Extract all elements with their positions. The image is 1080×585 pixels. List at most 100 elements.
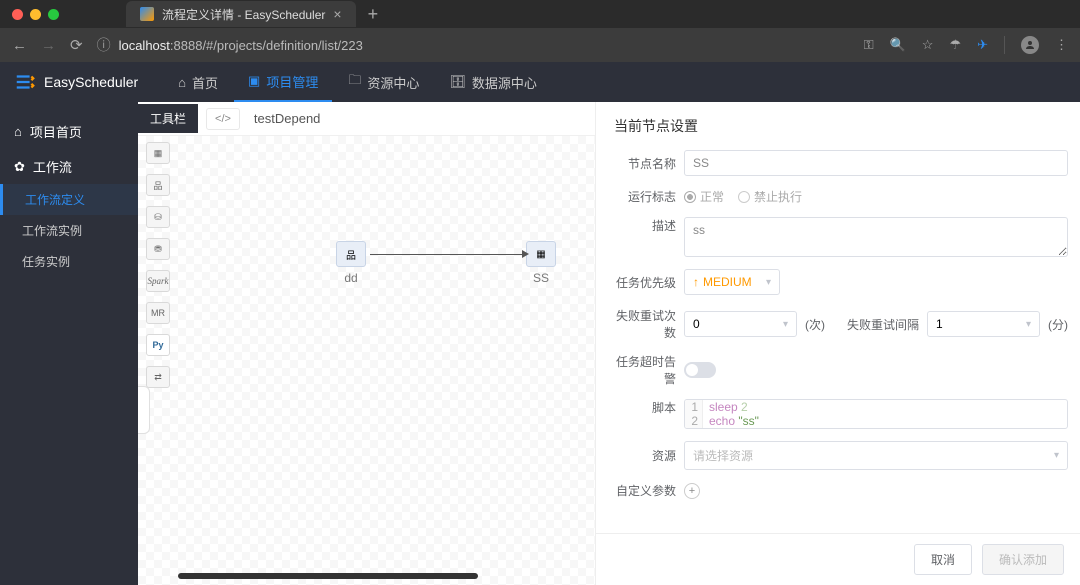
sidebar-project-home[interactable]: ⌂项目首页	[0, 114, 138, 149]
sidebar-workflow-inst[interactable]: 工作流实例	[0, 215, 138, 246]
browser-toolbar: ← → ⟳ ⓘ localhost:8888/#/projects/defini…	[0, 28, 1080, 62]
send-icon[interactable]: ✈	[977, 37, 988, 53]
canvas-body[interactable]: ▦ 品 ⛁ ⛃ Spark MR Py ⇄ 品 dd ▦ SS	[138, 136, 595, 585]
gear-icon: ✿	[14, 159, 25, 175]
chevron-down-icon: ▾	[1026, 319, 1031, 330]
label-timeout: 任务超时告警	[608, 353, 676, 387]
sidebar-workflow[interactable]: ✿工作流	[0, 149, 138, 184]
projects-icon: ▣	[248, 73, 260, 89]
radio-checked-icon	[684, 191, 696, 203]
toolbar-label: 工具栏	[138, 104, 198, 133]
node-dd[interactable]: 品 dd	[336, 241, 366, 285]
label-retry-count: 失败重试次数	[608, 307, 676, 341]
star-icon[interactable]: ☆	[922, 37, 934, 53]
tool-spark-icon[interactable]: Spark	[146, 270, 170, 292]
node-ss[interactable]: ▦ SS	[526, 241, 556, 285]
script-editor[interactable]: 1sleep 2 2echo "ss"	[684, 399, 1068, 429]
sidebar-workflow-def[interactable]: 工作流定义	[0, 184, 138, 215]
address-bar[interactable]: ⓘ localhost:8888/#/projects/definition/l…	[97, 35, 850, 55]
label-resource: 资源	[608, 447, 676, 464]
new-tab-button[interactable]: +	[368, 4, 379, 25]
confirm-button[interactable]: 确认添加	[982, 544, 1064, 575]
arrow-head-icon	[522, 250, 529, 258]
brand-name: EasyScheduler	[44, 74, 138, 90]
nav-home[interactable]: ⌂首页	[164, 62, 232, 102]
chevron-down-icon: ▾	[783, 319, 788, 330]
site-info-icon[interactable]: ⓘ	[97, 35, 111, 55]
sidebar: ⌂项目首页 ✿工作流 工作流定义 工作流实例 任务实例	[0, 102, 138, 585]
home-icon: ⌂	[178, 75, 186, 90]
more-icon[interactable]: ⋮	[1055, 37, 1068, 53]
tool-shell-icon[interactable]: ▦	[146, 142, 170, 164]
node-settings-panel: 当前节点设置 节点名称 运行标志 正常 禁止执行 描述 ss 任务优先级	[595, 102, 1080, 585]
search-icon[interactable]: 🔍	[890, 37, 906, 53]
tool-subprocess-icon[interactable]: 品	[146, 174, 170, 196]
tool-sql-icon[interactable]: ⛃	[146, 238, 170, 260]
node-name-input[interactable]	[684, 150, 1068, 176]
key-icon[interactable]: ⚿	[864, 37, 874, 53]
tool-palette: ▦ 品 ⛁ ⛃ Spark MR Py ⇄	[146, 142, 170, 388]
label-run-flag: 运行标志	[608, 188, 676, 205]
sidebar-task-inst[interactable]: 任务实例	[0, 246, 138, 277]
main-layout: ⌂项目首页 ✿工作流 工作流定义 工作流实例 任务实例 工具栏 </> test…	[0, 102, 1080, 585]
radio-unchecked-icon	[738, 191, 750, 203]
canvas-header: 工具栏 </> testDepend	[138, 102, 595, 136]
chevron-down-icon: ▾	[1054, 450, 1059, 461]
tool-procedure-icon[interactable]: ⛁	[146, 206, 170, 228]
tab-close-icon[interactable]: ×	[333, 6, 341, 22]
tool-mr-icon[interactable]: MR	[146, 302, 170, 324]
label-script: 脚本	[608, 399, 676, 416]
browser-tab[interactable]: 流程定义详情 - EasyScheduler ×	[126, 1, 356, 27]
browser-right-icons: ⚿ 🔍 ☆ ☂ ✈ ⋮	[864, 36, 1068, 54]
workflow-title: testDepend	[254, 111, 321, 126]
nav-projects[interactable]: ▣项目管理	[234, 62, 332, 102]
tool-python-icon[interactable]: Py	[146, 334, 170, 356]
forward-button[interactable]: →	[41, 37, 56, 54]
canvas-area: 工具栏 </> testDepend ▦ 品 ⛁ ⛃ Spark MR Py ⇄…	[138, 102, 595, 585]
resource-select[interactable]: 请选择资源▾	[684, 441, 1068, 470]
retry-interval-unit: (分)	[1048, 316, 1068, 333]
label-node-name: 节点名称	[608, 155, 676, 172]
retry-count-unit: (次)	[805, 316, 825, 333]
cancel-button[interactable]: 取消	[914, 544, 972, 575]
window-close-dot[interactable]	[12, 9, 23, 20]
priority-select[interactable]: ↑MEDIUM ▾	[684, 269, 780, 295]
profile-avatar-icon[interactable]	[1021, 36, 1039, 54]
logo-icon	[14, 71, 36, 93]
nav-datasource[interactable]: 🗄数据源中心	[435, 62, 551, 102]
label-custom-params: 自定义参数	[608, 482, 676, 499]
brand-logo[interactable]: EasyScheduler	[14, 71, 138, 93]
chevron-down-icon: ▾	[766, 277, 771, 288]
run-flag-forbidden-radio[interactable]: 禁止执行	[738, 188, 802, 205]
edge-dd-ss[interactable]	[370, 254, 522, 255]
node-dd-label: dd	[344, 271, 357, 285]
label-desc: 描述	[608, 217, 676, 234]
tool-depend-icon[interactable]: ⇄	[146, 366, 170, 388]
reload-button[interactable]: ⟳	[70, 36, 83, 54]
horizontal-scrollbar[interactable]	[178, 573, 478, 579]
window-max-dot[interactable]	[48, 9, 59, 20]
collapse-handle[interactable]	[138, 386, 150, 434]
panel-footer: 取消 确认添加	[596, 533, 1080, 585]
divider	[1004, 36, 1005, 54]
label-retry-interval: 失败重试间隔	[847, 316, 919, 333]
retry-interval-select[interactable]: 1▾	[927, 311, 1040, 337]
desc-textarea[interactable]: ss	[684, 217, 1068, 257]
retry-count-select[interactable]: 0▾	[684, 311, 797, 337]
window-min-dot[interactable]	[30, 9, 41, 20]
timeout-switch[interactable]	[684, 362, 716, 378]
run-flag-normal-radio[interactable]: 正常	[684, 188, 724, 205]
folder-icon: 🗀	[348, 71, 361, 93]
back-button[interactable]: ←	[12, 37, 27, 54]
node-ss-label: SS	[533, 271, 549, 285]
app-header: EasyScheduler ⌂首页 ▣项目管理 🗀资源中心 🗄数据源中心	[0, 62, 1080, 102]
tab-title: 流程定义详情 - EasyScheduler	[162, 6, 325, 23]
house-icon: ⌂	[14, 124, 22, 139]
node-ss-icon: ▦	[526, 241, 556, 267]
umbrella-icon[interactable]: ☂	[949, 37, 961, 53]
add-param-button[interactable]: +	[684, 483, 700, 499]
nav-resources[interactable]: 🗀资源中心	[334, 62, 433, 102]
tab-favicon-icon	[140, 7, 154, 21]
code-mode-button[interactable]: </>	[206, 108, 240, 130]
panel-title: 当前节点设置	[596, 102, 1080, 150]
